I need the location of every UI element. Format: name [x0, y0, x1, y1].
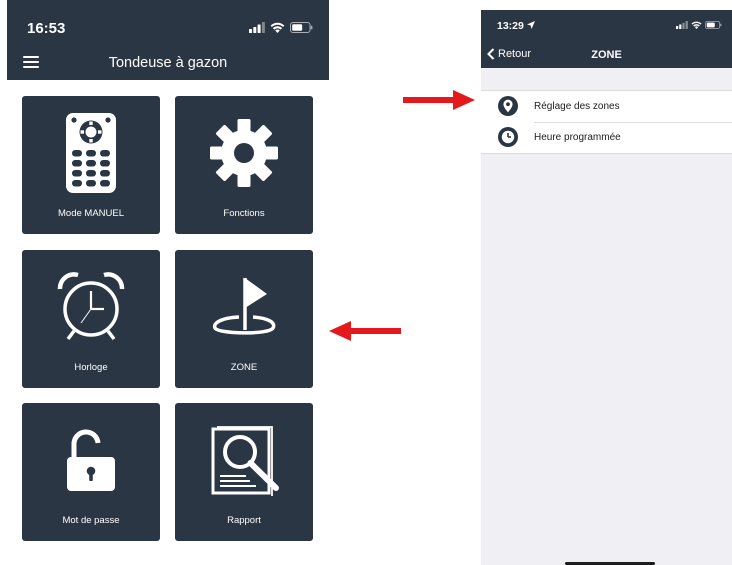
- tile-label: Horloge: [74, 362, 108, 373]
- list-item-heure-programmee[interactable]: Heure programmée: [481, 122, 732, 153]
- battery-icon: [705, 21, 722, 29]
- left-status-time: 16:53: [27, 20, 66, 37]
- right-status-time-text: 13:29: [497, 20, 524, 32]
- arrow-right-icon: [403, 90, 475, 110]
- tile-label: Mot de passe: [62, 515, 120, 526]
- tile-label: ZONE: [230, 362, 258, 373]
- signal-icon: [676, 21, 688, 29]
- right-header: 13:29 Retour ZONE: [481, 10, 732, 68]
- left-header: 16:53 Tondeuse à gazon: [7, 0, 329, 80]
- zone-menu-list: Réglage des zones Heure programmée: [481, 90, 732, 154]
- right-status-icons: [676, 21, 722, 29]
- list-item-label: Heure programmée: [534, 132, 621, 143]
- report-search-icon: [175, 415, 313, 505]
- tile-rapport[interactable]: Rapport: [175, 403, 313, 541]
- tile-label: Rapport: [227, 515, 261, 526]
- location-pin-icon: [498, 96, 518, 116]
- clock-icon: [498, 127, 518, 147]
- screenshot-canvas: 16:53 Tondeuse à gazon Mode MANUEL Fonct…: [0, 0, 732, 565]
- tile-mot-de-passe[interactable]: Mot de passe: [22, 403, 160, 541]
- tile-fonctions[interactable]: Fonctions: [175, 96, 313, 234]
- right-status-time: 13:29: [497, 20, 535, 32]
- tile-label: Fonctions: [223, 208, 265, 219]
- signal-icon: [249, 22, 265, 33]
- left-status-icons: [249, 22, 313, 33]
- arrow-left-icon: [329, 321, 401, 341]
- location-arrow-icon: [526, 21, 535, 29]
- battery-icon: [290, 22, 313, 33]
- page-title: Tondeuse à gazon: [108, 55, 228, 71]
- tile-mode-manuel[interactable]: Mode MANUEL: [22, 96, 160, 234]
- left-phone-screen: 16:53 Tondeuse à gazon Mode MANUEL Fonct…: [7, 0, 329, 565]
- gear-icon: [175, 108, 313, 198]
- tile-label: Mode MANUEL: [58, 208, 124, 219]
- unlocked-padlock-icon: [22, 415, 160, 505]
- flag-zone-icon: [175, 262, 313, 352]
- tile-zone[interactable]: ZONE: [175, 250, 313, 388]
- list-item-label: Réglage des zones: [534, 101, 620, 112]
- wifi-icon: [691, 21, 702, 29]
- list-item-reglage-des-zones[interactable]: Réglage des zones: [481, 91, 732, 122]
- tile-horloge[interactable]: Horloge: [22, 250, 160, 388]
- remote-control-icon: [22, 108, 160, 198]
- screen-title: ZONE: [591, 49, 622, 61]
- wifi-icon: [270, 22, 285, 33]
- right-phone-screen: 13:29 Retour ZONE Réglage des zones Heur…: [481, 10, 732, 565]
- alarm-clock-icon: [22, 262, 160, 352]
